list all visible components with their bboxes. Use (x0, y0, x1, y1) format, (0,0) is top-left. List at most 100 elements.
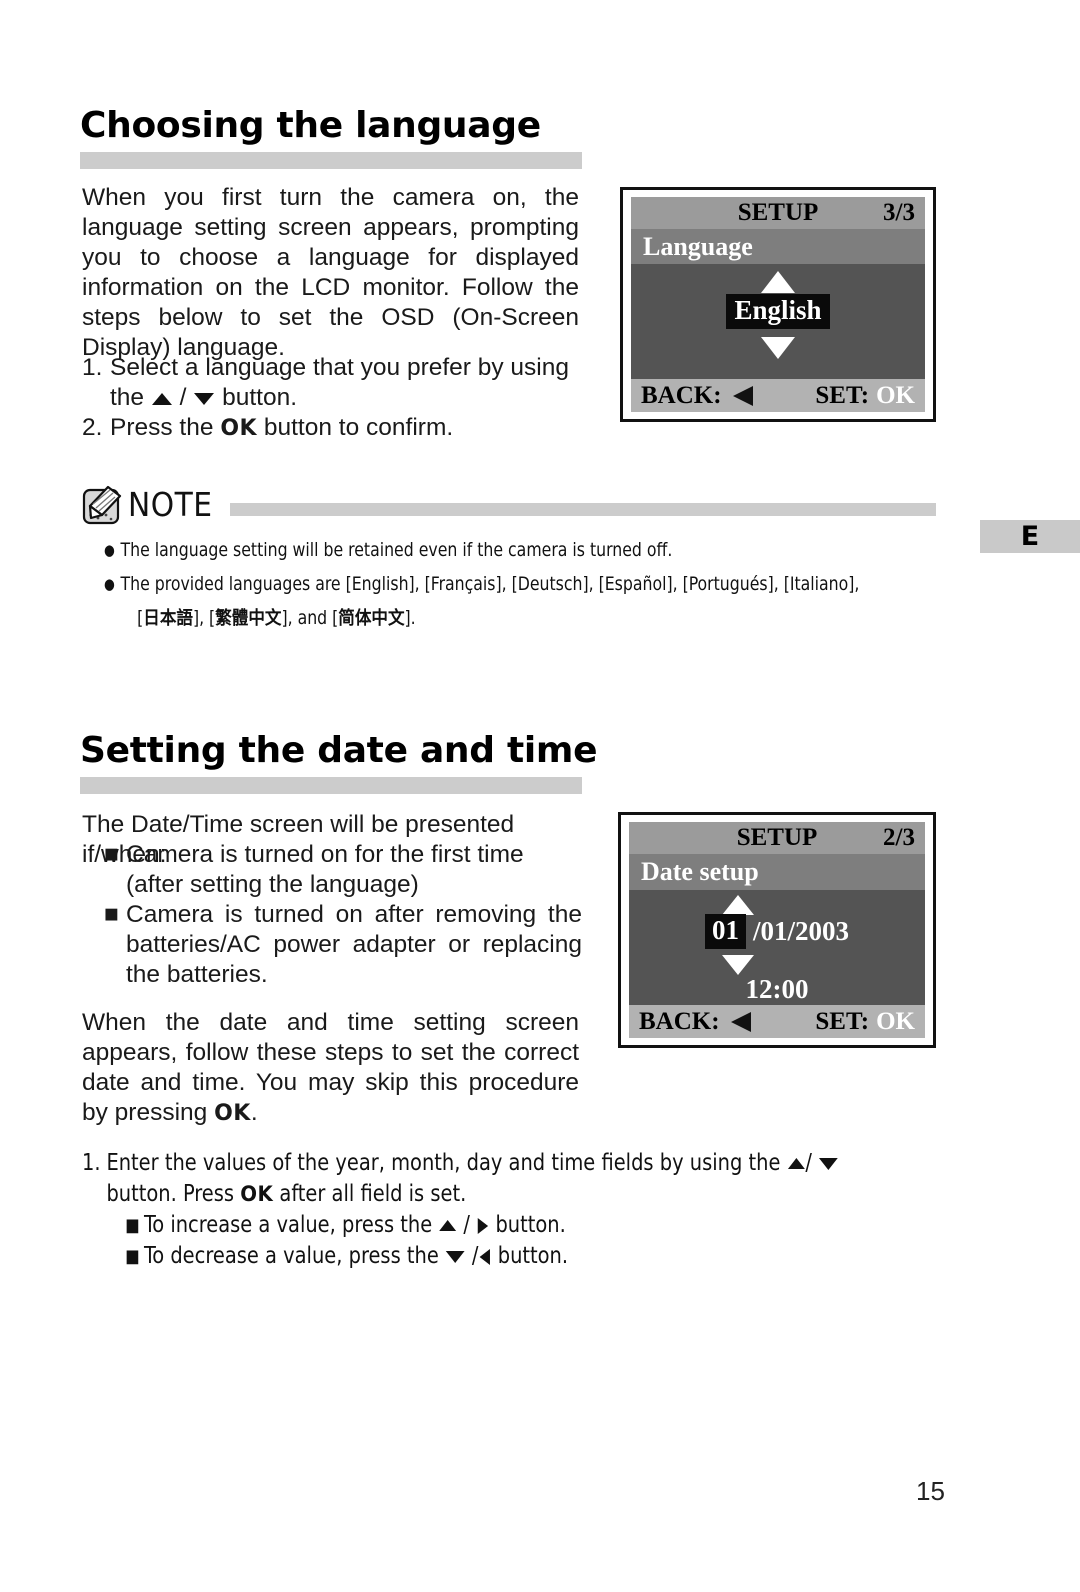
note-title: NOTE (128, 485, 213, 524)
lcd2-header: SETUP 2/3 (629, 822, 925, 854)
date-instruction-paragraph: When the date and time setting screen ap… (82, 1008, 579, 1129)
date-entry-step-1-body: Enter the values of the year, month, day… (106, 1148, 1022, 1272)
date-entry-sub-2-sep: / (465, 1243, 479, 1269)
lcd1-back-label: BACK: (641, 381, 722, 409)
language-steps-list: 1. Select a language that you prefer by … (82, 353, 582, 444)
lcd2-set-label: SET: (815, 1007, 870, 1035)
lcd1-header: SETUP 3/3 (631, 197, 925, 229)
note-bullet-1: ● The language setting will be retained … (104, 533, 987, 567)
note-bullet-2-post: ]. (404, 607, 416, 629)
lcd1-header-page: 3/3 (883, 199, 915, 226)
bullet-dot-icon: ● (104, 575, 115, 593)
lcd2-date-row[interactable]: 01/01/2003 (629, 914, 925, 949)
language-step-2-text-pre: Press the (110, 414, 221, 441)
note-pad-pencil-icon (80, 482, 126, 531)
lcd1-selected-value-text: English (726, 294, 830, 329)
heading-rule-1 (80, 152, 582, 169)
lcd2-set-value: OK (876, 1007, 915, 1035)
lcd2-body: 01/01/2003 12:00 (629, 890, 925, 1005)
lcd1-subtitle-text: Language (643, 231, 753, 261)
date-instruction-post: . (250, 1099, 258, 1126)
lcd1-body: English (631, 264, 925, 379)
note-bullet-2-line1: The provided languages are [English], [F… (120, 573, 860, 595)
manual-page: Choosing the language When you first tur… (0, 0, 1080, 1592)
lcd-screen-date-setup: SETUP 2/3 Date setup 01/01/2003 12:00 BA… (618, 812, 936, 1048)
lcd1-header-title: SETUP (737, 199, 819, 226)
date-entry-sub-2-body: To decrease a value, press the / button. (144, 1241, 1022, 1272)
date-entry-sub-1-post: button. (489, 1212, 566, 1238)
lcd2-date-rest: /01/2003 (752, 916, 849, 946)
lcd1-subtitle: Language (631, 229, 925, 264)
date-trigger-bullet-2: ■ Camera is turned on after removing the… (104, 900, 582, 990)
up-triangle-icon (438, 1218, 457, 1233)
date-entry-step-1-line2: button. Press OK after all field is set. (106, 1179, 1022, 1210)
date-entry-sub-1-pre: To increase a value, press the (144, 1212, 439, 1238)
bullet-dot-icon: ● (104, 541, 115, 559)
ok-button-label: OK (240, 1182, 274, 1206)
note-bullet-2-line2: [日本語], [繁體中文], and [简体中文]. (121, 601, 988, 636)
note-bullet-list: ● The language setting will be retained … (104, 533, 987, 636)
language-step-1-sep: / (172, 384, 194, 411)
lcd1-set-control[interactable]: SET: OK (815, 382, 915, 410)
language-name-japanese: 日本語 (143, 608, 193, 629)
up-triangle-icon[interactable] (631, 270, 925, 294)
language-step-2-body: Press the OK button to confirm. (110, 413, 582, 444)
date-entry-sub-1: ■ To increase a value, press the / butto… (106, 1210, 1022, 1241)
date-trigger-bullet-1-text: Camera is turned on for the first time (… (126, 841, 524, 898)
date-entry-step-1: 1. Enter the values of the year, month, … (82, 1148, 1022, 1272)
down-triangle-icon[interactable] (631, 336, 925, 360)
ok-button-label: OK (220, 416, 258, 441)
right-triangle-icon (476, 1216, 489, 1236)
lcd1-selected-value[interactable]: English (631, 294, 925, 329)
up-triangle-icon[interactable] (629, 894, 925, 916)
language-step-1: 1. Select a language that you prefer by … (82, 353, 582, 413)
note-bullet-2-text: The provided languages are [English], [F… (121, 567, 988, 636)
section-heading-choosing-language: Choosing the language (80, 105, 541, 146)
bullet-square-icon: ■ (125, 1215, 140, 1236)
date-entry-step-1-line2-post: after all field is set. (273, 1181, 467, 1207)
section-heading-setting-date-time: Setting the date and time (80, 730, 598, 771)
edition-tab-e: E (980, 520, 1080, 553)
language-step-1-number: 1. (82, 354, 103, 381)
up-triangle-icon (151, 391, 173, 407)
intro-paragraph-language-text: When you first turn the camera on, the l… (82, 184, 579, 361)
bullet-square-icon: ■ (125, 1246, 140, 1267)
language-step-2-text-post: button to confirm. (257, 414, 454, 441)
note-bullet-2: ● The provided languages are [English], … (104, 567, 987, 636)
down-triangle-icon[interactable] (629, 954, 925, 976)
lcd2-subtitle: Date setup (629, 854, 925, 890)
language-name-simplified-chinese: 简体中文 (338, 608, 405, 629)
date-entry-sub-1-sep: / (457, 1212, 477, 1238)
bullet-square-icon: ■ (104, 841, 119, 868)
intro-paragraph-language: When you first turn the camera on, the l… (82, 183, 579, 363)
date-trigger-bullets: ■ Camera is turned on for the first time… (104, 840, 582, 990)
date-entry-sub-2: ■ To decrease a value, press the / butto… (106, 1241, 1022, 1272)
date-entry-step-1-pre: Enter the values of the year, month, day… (106, 1150, 787, 1176)
down-triangle-icon (193, 391, 215, 407)
lcd2-subtitle-text: Date setup (641, 857, 759, 886)
language-name-traditional-chinese: 繁體中文 (215, 608, 282, 629)
note-bullet-2-mid2: ], and [ (281, 607, 339, 629)
lcd1-back-control[interactable]: BACK: (641, 382, 755, 410)
note-bullet-1-text: The language setting will be retained ev… (120, 539, 673, 561)
left-triangle-icon (729, 1010, 753, 1034)
heading-rule-2 (80, 777, 582, 794)
date-entry-sub-2-post: button. (491, 1243, 569, 1269)
up-triangle-icon (787, 1156, 806, 1171)
down-triangle-icon (445, 1249, 466, 1265)
lcd2-set-control[interactable]: SET: OK (815, 1008, 915, 1036)
lcd2-time-row[interactable]: 12:00 (629, 974, 925, 1005)
lcd2-back-control[interactable]: BACK: (639, 1008, 753, 1036)
lcd2-day-field[interactable]: 01 (704, 914, 746, 949)
language-step-2: 2. Press the OK button to confirm. (82, 413, 582, 444)
down-triangle-icon (818, 1156, 839, 1172)
date-trigger-bullet-2-text: Camera is turned on after removing the b… (126, 901, 582, 988)
language-step-2-number: 2. (82, 414, 103, 441)
lcd1-set-value: OK (876, 381, 915, 409)
lcd-screen-language: SETUP 3/3 Language English BACK: SET: OK (620, 187, 936, 422)
left-triangle-icon (731, 384, 755, 408)
lcd2-back-label: BACK: (639, 1007, 720, 1035)
date-entry-step-1-number: 1. (82, 1150, 101, 1176)
note-rule (230, 503, 936, 516)
date-entry-sub-2-pre: To decrease a value, press the (144, 1243, 445, 1269)
